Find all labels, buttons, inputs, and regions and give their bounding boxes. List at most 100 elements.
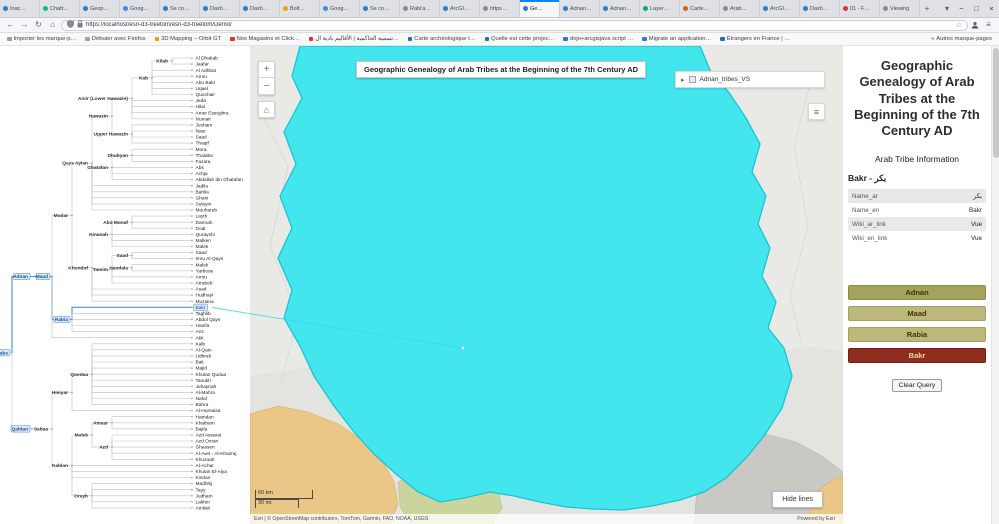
new-tab-button[interactable]: +: [920, 0, 934, 17]
tree-branch-label[interactable]: Maad: [36, 274, 48, 280]
browser-tab[interactable]: Inac…: [0, 0, 40, 17]
tree-branch-label[interactable]: Himyar: [52, 390, 68, 396]
tree-leaf-label[interactable]: Malek: [196, 244, 209, 250]
maximize-button[interactable]: □: [969, 0, 984, 17]
tree-leaf-label[interactable]: Udhrah: [196, 354, 212, 360]
tree-leaf-label[interactable]: Akk: [196, 335, 205, 341]
browser-tab[interactable]: Ge…: [520, 0, 560, 17]
tree-leaf-label[interactable]: Madhhij: [196, 481, 213, 487]
tree-leaf-label[interactable]: Amilah: [196, 506, 211, 512]
bookmark-item[interactable]: dojo+arcgisjava script …: [563, 36, 633, 42]
tree-leaf-label[interactable]: Al Adhbat: [196, 68, 217, 74]
bookmark-item[interactable]: Quelle est cette projec…: [484, 36, 554, 42]
tree-leaf-label[interactable]: Mouhareb: [196, 208, 218, 214]
tree-branch-label[interactable]: Arabs: [0, 350, 8, 356]
browser-tab[interactable]: ArcGI…: [760, 0, 800, 17]
tree-leaf-label[interactable]: Fazara: [196, 159, 211, 165]
tree-branch-label[interactable]: Tamim: [93, 267, 108, 273]
tree-leaf-label[interactable]: Numair: [196, 116, 212, 122]
tree-leaf-label[interactable]: Nasr: [196, 129, 207, 135]
tree-leaf-label[interactable]: Al-Achar: [196, 463, 215, 469]
browser-tab[interactable]: Viewing: [880, 0, 920, 17]
tree-leaf-label[interactable]: Qurayshi: [196, 232, 215, 238]
tree-leaf-label[interactable]: Hilal: [196, 104, 205, 110]
tree-branch-label[interactable]: Upper Hawazin: [94, 132, 128, 138]
tree-branch-label[interactable]: Malek: [75, 433, 89, 439]
tree-leaf-label[interactable]: Bakr: [196, 305, 206, 311]
tree-leaf-label[interactable]: Quochair: [196, 92, 216, 98]
tree-leaf-label[interactable]: Khulan Qudaa: [196, 372, 227, 378]
tree-branch-label[interactable]: Abd Monaf: [103, 220, 128, 226]
tree-leaf-label[interactable]: Ghassen: [196, 445, 216, 451]
tree-leaf-label[interactable]: Hudhayl: [196, 293, 214, 299]
browser-tab[interactable]: Arab…: [720, 0, 760, 17]
tree-leaf-label[interactable]: Bahila: [196, 189, 210, 195]
tree-leaf-label[interactable]: Abdallah ibn Ghatafan: [196, 177, 244, 183]
back-icon[interactable]: ←: [5, 21, 16, 29]
clear-query-button[interactable]: Clear Query: [891, 379, 943, 393]
tree-branch-label[interactable]: Amaar: [93, 420, 108, 426]
bookmark-item[interactable]: Étrangers en France | …: [720, 36, 790, 42]
tree-leaf-label[interactable]: Saad: [196, 250, 208, 256]
menu-icon[interactable]: ≡: [983, 21, 994, 29]
tree-branch-label[interactable]: Saad: [117, 253, 129, 259]
info-link[interactable]: Vue: [941, 217, 986, 231]
tree-branch-label[interactable]: Ghatafan: [87, 165, 108, 171]
lineage-button-bakr[interactable]: Bakr: [848, 348, 986, 364]
bookmark-item[interactable]: 3D Mapping – Orbit GT: [154, 36, 221, 42]
browser-tab[interactable]: ArcGI…: [440, 0, 480, 17]
tree-leaf-label[interactable]: Judham: [196, 493, 213, 499]
browser-tab[interactable]: Dash…: [240, 0, 280, 17]
tab-list-button[interactable]: ▾: [940, 0, 954, 17]
lineage-button-adnan[interactable]: Adnan: [848, 285, 986, 301]
tree-leaf-label[interactable]: Bali: [196, 360, 204, 366]
other-bookmarks[interactable]: » Autres marque-pages: [931, 36, 992, 42]
browser-tab[interactable]: Bolt…: [280, 0, 320, 17]
tree-leaf-label[interactable]: Khulan El-Alya: [196, 469, 228, 475]
tree-leaf-label[interactable]: Lakhm: [196, 499, 210, 505]
tree-branch-label[interactable]: Qaodaa: [70, 372, 88, 378]
tree-leaf-label[interactable]: Yarbooe: [196, 268, 214, 274]
browser-tab[interactable]: Rabi'a…: [400, 0, 440, 17]
bookmark-star-icon[interactable]: ☆: [956, 21, 962, 29]
tree-leaf-label[interactable]: Al-Aws - Al-Khazraj: [196, 451, 237, 457]
tree-branch-label[interactable]: Sabaa: [34, 427, 48, 433]
tree-branch-label[interactable]: Amir (Lower Hawazin): [78, 96, 129, 102]
tree-leaf-label[interactable]: Imru Al-Qays: [196, 256, 224, 262]
tree-leaf-label[interactable]: Tayy: [196, 487, 206, 493]
tree-branch-label[interactable]: Kinanah: [89, 232, 108, 238]
map-canvas[interactable]: [250, 46, 843, 524]
tree-branch-label[interactable]: Qays Aylan: [62, 161, 88, 167]
tree-leaf-label[interactable]: Jaafar: [196, 62, 210, 68]
tree-branch-label[interactable]: Azd: [99, 445, 108, 451]
bookmark-item[interactable]: تسمية الحاكمية | الأقاليم بادية ال…: [308, 36, 399, 42]
reload-icon[interactable]: ↻: [33, 21, 44, 29]
tree-leaf-label[interactable]: Amru: [196, 275, 208, 281]
tree-leaf-label[interactable]: Khuzaah: [196, 457, 215, 463]
tree-leaf-label[interactable]: Malek: [196, 262, 209, 268]
account-icon[interactable]: [971, 16, 979, 34]
lineage-button-rabia[interactable]: Rabia: [848, 327, 986, 343]
browser-tab[interactable]: 01 - F…: [840, 0, 880, 17]
tree-leaf-label[interactable]: Asad: [196, 287, 207, 293]
tree-branch-label[interactable]: Kahlan: [52, 463, 68, 469]
browser-tab[interactable]: Dash…: [200, 0, 240, 17]
tree-leaf-label[interactable]: Jadila: [196, 183, 209, 189]
tree-branch-label[interactable]: Qahtan: [11, 427, 28, 433]
browser-tab[interactable]: Layer…: [640, 0, 680, 17]
tree-branch-label[interactable]: Handala: [109, 265, 128, 271]
tree-leaf-label[interactable]: Uqael: [196, 86, 209, 92]
home-icon[interactable]: ⌂: [47, 21, 58, 29]
tree-leaf-label[interactable]: Nahd: [196, 396, 208, 402]
tree-branch-label[interactable]: Khondof: [68, 265, 88, 271]
tree-leaf-label[interactable]: Jusham: [196, 123, 213, 129]
bookmark-item[interactable]: Nos Magasins et Click…: [230, 36, 300, 42]
tree-leaf-label[interactable]: Jeda: [196, 98, 207, 104]
tree-leaf-label[interactable]: Abdul Qays: [196, 317, 221, 323]
tree-branch-label[interactable]: Adnan: [13, 274, 28, 280]
tree-leaf-label[interactable]: Bajila: [196, 427, 208, 433]
tree-leaf-label[interactable]: Al-Humaisa: [196, 408, 221, 414]
browser-tab[interactable]: Chatt…: [40, 0, 80, 17]
tree-branch-label[interactable]: Hawazin: [89, 114, 108, 120]
url-text[interactable]: https://localhost/esri-d3-treetom/esri-d…: [86, 22, 953, 28]
